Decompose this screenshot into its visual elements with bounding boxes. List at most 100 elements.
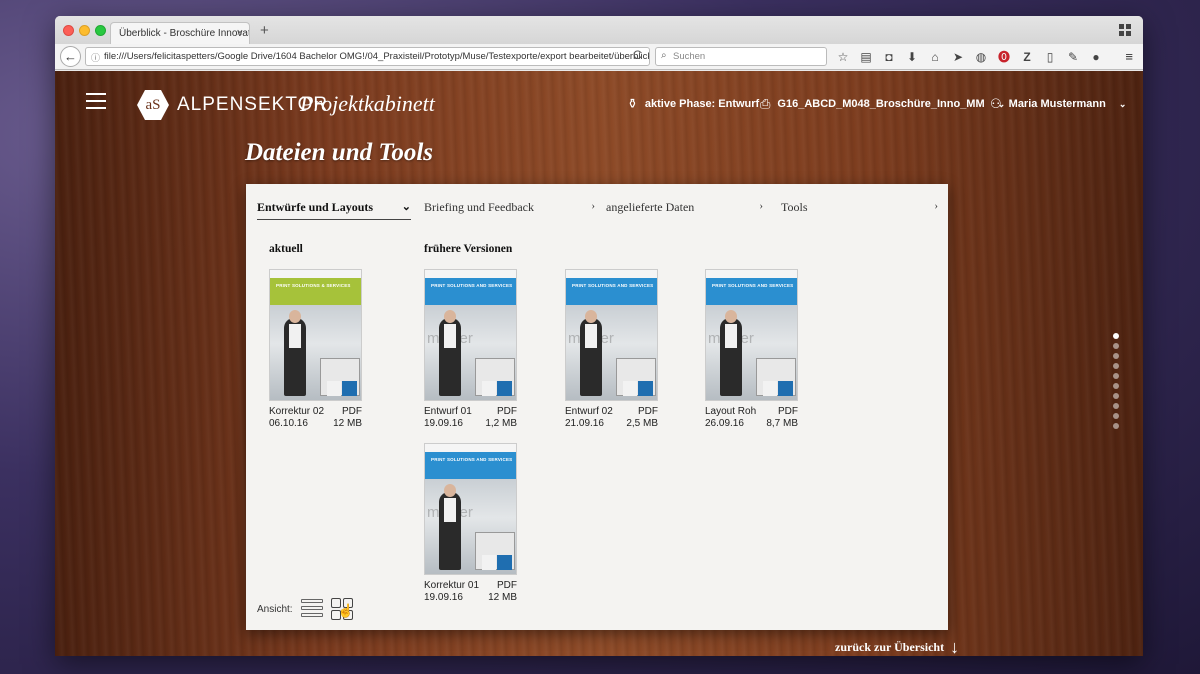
- web-page: aS ALPENSEKTOR Projektkabinett ⚱ aktive …: [55, 71, 1143, 656]
- document-date: 19.09.16: [424, 592, 463, 603]
- document-meta: Layout Roh PDF 26.09.16 8,7 MB: [705, 406, 798, 430]
- list-view-icon[interactable]: [300, 598, 323, 620]
- close-tab-icon[interactable]: ×: [237, 27, 243, 39]
- document-thumbnail[interactable]: PRINT SOLUTIONS AND SERVICES muster: [424, 269, 517, 401]
- new-tab-button[interactable]: +: [260, 22, 269, 39]
- star-icon[interactable]: ☆: [835, 48, 851, 66]
- document-meta: Korrektur 02 PDF 06.10.16 12 MB: [269, 406, 362, 430]
- reload-button[interactable]: C: [633, 48, 642, 62]
- eyedropper-icon[interactable]: ✎: [1065, 48, 1081, 66]
- document-thumbnail[interactable]: PRINT SOLUTIONS AND SERVICES muster: [565, 269, 658, 401]
- pinterest-icon[interactable]: ⓿: [996, 48, 1012, 66]
- scroll-dot[interactable]: [1113, 343, 1119, 349]
- document-type: PDF: [342, 406, 362, 417]
- document-type: PDF: [497, 580, 517, 591]
- document-thumbnail[interactable]: PRINT SOLUTIONS AND SERVICES muster: [705, 269, 798, 401]
- document-type: PDF: [497, 406, 517, 417]
- section-previous-label: frühere Versionen: [424, 243, 513, 255]
- document-date: 21.09.16: [565, 418, 604, 429]
- document-item[interactable]: PRINT SOLUTIONS & SERVICES Korrektur 02 …: [269, 269, 362, 430]
- page-title: Dateien und Tools: [245, 139, 434, 166]
- zotero-icon[interactable]: Z: [1019, 48, 1035, 66]
- browser-tabbar: Überblick - Broschüre Innovatio... × +: [55, 16, 1143, 44]
- search-placeholder: Suchen: [673, 51, 706, 62]
- user-menu[interactable]: ⚇ Maria Mustermann ⌄: [990, 96, 1126, 112]
- document-size: 2,5 MB: [626, 418, 658, 429]
- document-size: 12 MB: [333, 418, 362, 429]
- back-button[interactable]: ←: [60, 46, 81, 67]
- tab-tools[interactable]: Tools ›: [781, 200, 938, 220]
- browser-menu-icon[interactable]: ≡: [1125, 49, 1133, 64]
- browser-toolbar-icons: ☆ ▤ ◘ ⬇ ⌂ ➤ ◍ ⓿ Z ▯ ✎ ●: [835, 48, 1104, 66]
- active-phase[interactable]: ⚱ aktive Phase: Entwurf: [627, 96, 759, 112]
- document-item[interactable]: PRINT SOLUTIONS AND SERVICES muster Korr…: [424, 443, 517, 604]
- thumb-band-title: PRINT SOLUTIONS AND SERVICES: [572, 283, 654, 288]
- minimize-window-button[interactable]: [79, 25, 90, 36]
- document-thumbnail[interactable]: PRINT SOLUTIONS & SERVICES: [269, 269, 362, 401]
- scroll-dot[interactable]: [1113, 353, 1119, 359]
- send-icon[interactable]: ➤: [950, 48, 966, 66]
- tab-angelieferte-daten[interactable]: angelieferte Daten ›: [606, 200, 763, 220]
- tab-label: angelieferte Daten: [606, 200, 695, 214]
- page-icon[interactable]: ▯: [1042, 48, 1058, 66]
- globe-icon[interactable]: ◍: [973, 48, 989, 66]
- document-item[interactable]: PRINT SOLUTIONS AND SERVICES muster Layo…: [705, 269, 798, 430]
- document-size: 1,2 MB: [485, 418, 517, 429]
- browser-navbar: ← ⓘ file:///Users/felicitaspetters/Googl…: [55, 44, 1143, 70]
- search-input[interactable]: ⌕ Suchen: [655, 47, 827, 66]
- browser-tab-title: Überblick - Broschüre Innovatio...: [119, 28, 249, 39]
- view-switcher: Ansicht: ☝: [257, 598, 354, 620]
- scroll-dot[interactable]: [1113, 393, 1119, 399]
- document-item[interactable]: PRINT SOLUTIONS AND SERVICES muster Entw…: [565, 269, 658, 430]
- chevron-down-icon: ⌄: [401, 201, 411, 213]
- scroll-dot[interactable]: [1113, 423, 1119, 429]
- zoom-window-button[interactable]: [95, 25, 106, 36]
- tab-label: Briefing und Feedback: [424, 200, 534, 214]
- browser-window: Überblick - Broschüre Innovatio... × + ←…: [55, 16, 1143, 656]
- grid-menu-icon[interactable]: [1119, 24, 1131, 36]
- user-icon: ⚇: [990, 96, 1002, 111]
- dark-circle-icon[interactable]: ●: [1088, 48, 1104, 66]
- reading-list-icon[interactable]: ▤: [858, 48, 874, 66]
- scroll-dot[interactable]: [1113, 413, 1119, 419]
- category-tabs: Entwürfe und Layouts ⌄ Briefing und Feed…: [257, 200, 942, 220]
- user-name: Maria Mustermann: [1008, 98, 1106, 110]
- document-date: 26.09.16: [705, 418, 744, 429]
- scroll-dot[interactable]: [1113, 363, 1119, 369]
- document-size: 8,7 MB: [766, 418, 798, 429]
- url-bar[interactable]: ⓘ file:///Users/felicitaspetters/Google …: [85, 47, 650, 66]
- thumb-band-title: PRINT SOLUTIONS AND SERVICES: [431, 457, 513, 462]
- scroll-dot[interactable]: [1113, 403, 1119, 409]
- phase-label: aktive Phase: Entwurf: [644, 98, 760, 110]
- scroll-dot[interactable]: [1113, 373, 1119, 379]
- pocket-icon[interactable]: ◘: [881, 48, 897, 66]
- grid-view-icon[interactable]: ☝: [330, 598, 354, 620]
- view-label: Ansicht:: [257, 603, 293, 615]
- browser-tab[interactable]: Überblick - Broschüre Innovatio... ×: [110, 22, 250, 44]
- project-selector[interactable]: ⎙ G16_ABCD_M048_Broschüre_Inno_MM ⌄: [760, 96, 1005, 112]
- thumb-band-title: PRINT SOLUTIONS AND SERVICES: [712, 283, 794, 288]
- tab-briefing[interactable]: Briefing und Feedback ›: [424, 200, 595, 220]
- tab-label: Tools: [781, 200, 808, 214]
- printer-icon: ⎙: [760, 96, 771, 111]
- scroll-dot[interactable]: [1113, 383, 1119, 389]
- home-icon[interactable]: ⌂: [927, 48, 943, 66]
- site-menu-icon[interactable]: [86, 93, 106, 109]
- thumb-band-title: PRINT SOLUTIONS & SERVICES: [276, 283, 351, 288]
- tab-entwuerfe[interactable]: Entwürfe und Layouts ⌄: [257, 200, 411, 220]
- document-name: Korrektur 02: [269, 406, 325, 417]
- alpensektor-logo-icon[interactable]: aS: [137, 90, 169, 120]
- section-current-label: aktuell: [269, 243, 303, 255]
- info-icon[interactable]: ⓘ: [91, 51, 100, 64]
- scroll-dot[interactable]: [1113, 333, 1119, 339]
- back-to-overview-link[interactable]: zurück zur Übersicht ↓: [835, 637, 959, 656]
- download-icon[interactable]: ⬇: [904, 48, 920, 66]
- document-item[interactable]: PRINT SOLUTIONS AND SERVICES muster Entw…: [424, 269, 517, 430]
- document-meta: Entwurf 02 PDF 21.09.16 2,5 MB: [565, 406, 658, 430]
- document-thumbnail[interactable]: PRINT SOLUTIONS AND SERVICES muster: [424, 443, 517, 575]
- document-date: 19.09.16: [424, 418, 463, 429]
- arrow-down-icon: ↓: [950, 637, 960, 656]
- close-window-button[interactable]: [63, 25, 74, 36]
- document-meta: Korrektur 01 PDF 19.09.16 12 MB: [424, 580, 517, 604]
- thumb-band-title: PRINT SOLUTIONS AND SERVICES: [431, 283, 513, 288]
